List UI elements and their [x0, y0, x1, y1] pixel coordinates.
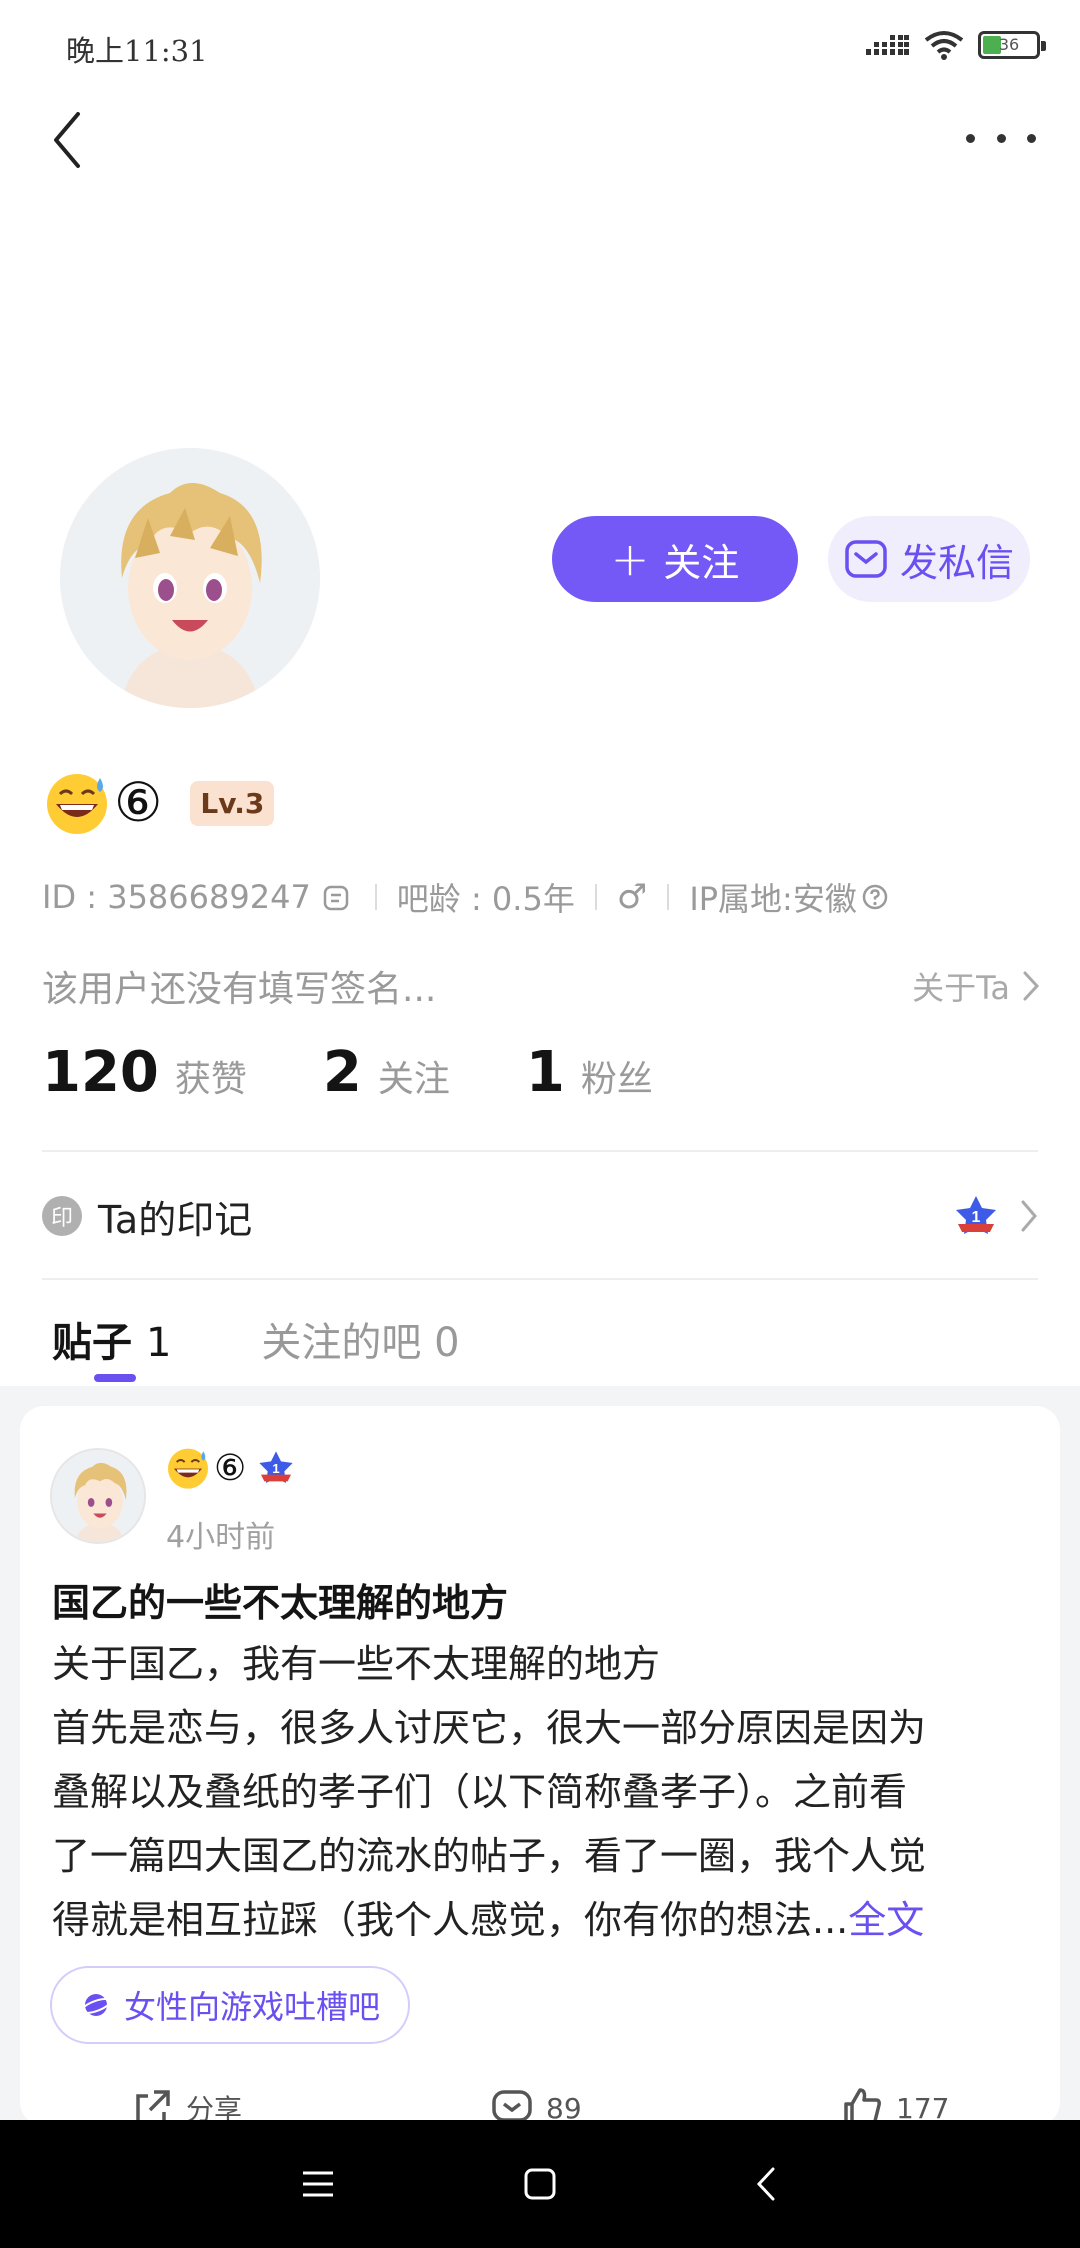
seal-label: Ta的印记 — [98, 1197, 253, 1242]
bar-age: 吧龄 : 0.5年 — [396, 880, 575, 918]
signal-icon — [866, 35, 909, 55]
bar-tag[interactable]: 女性向游戏吐槽吧 — [50, 1966, 411, 2044]
stats-row: 120 获赞 2 关注 1 粉丝 — [42, 1040, 729, 1105]
seal-badge-icon: 1 — [956, 1196, 996, 1234]
user-id: ID : 3586689247 — [42, 878, 311, 916]
post-author-suffix: ⑥ — [214, 1447, 247, 1489]
meta-separator — [374, 884, 377, 910]
wifi-icon — [924, 31, 964, 60]
seal-icon: 印 — [42, 1196, 82, 1236]
following-label: 关注 — [377, 1059, 450, 1100]
follow-button[interactable]: + 关注 — [552, 516, 798, 602]
about-link[interactable]: 关于Ta — [912, 963, 1040, 1009]
username-row: ⑥ Lv.3 — [44, 770, 275, 836]
post-line: 叠解以及叠纸的孝子们（以下简称叠孝子）。之前看 — [52, 1770, 908, 1814]
full-text-link[interactable]: 全文 — [848, 1898, 924, 1942]
help-icon[interactable] — [861, 883, 889, 911]
avatar[interactable] — [60, 448, 320, 708]
back-button[interactable] — [52, 100, 112, 180]
following-count[interactable]: 2 — [323, 1040, 362, 1105]
tab-posts-label: 贴子 — [52, 1320, 132, 1366]
chevron-right-icon — [1023, 971, 1040, 1001]
anime-avatar-image — [60, 448, 320, 708]
follow-label: 关注 — [663, 540, 740, 585]
post-author-row: ⑥ 1 — [166, 1446, 296, 1490]
anime-avatar-image — [52, 1450, 144, 1542]
post-line: 关于国乙，我有一些不太理解的地方 — [52, 1642, 661, 1686]
signature-row: 该用户还没有填写签名... 关于Ta — [42, 960, 1040, 1012]
seal-row[interactable]: 印 Ta的印记 1 — [42, 1180, 1038, 1252]
post-line: 了一篇四大国乙的流水的帖子，看了一圈，我个人觉 — [52, 1834, 927, 1878]
male-icon: ♂ — [616, 877, 648, 917]
meta-separator — [667, 884, 670, 910]
status-bar: 晚上11:31 36 — [0, 0, 1080, 92]
post-line: 得就是相互拉踩（我个人感觉，你有你的想法... — [52, 1898, 849, 1942]
chevron-right-icon — [1021, 1200, 1037, 1232]
bar-tag-label: 女性向游戏吐槽吧 — [124, 1988, 381, 2026]
plus-icon: + — [610, 532, 650, 586]
post-title[interactable]: 国乙的一些不太理解的地方 — [52, 1572, 508, 1627]
more-dot — [996, 133, 1006, 143]
divider — [42, 1278, 1038, 1280]
post-line-last: 得就是相互拉踩（我个人感觉，你有你的想法...全文 — [52, 1888, 1042, 1952]
mail-icon — [845, 540, 887, 578]
tab-posts-count: 1 — [145, 1320, 172, 1366]
ip-location: IP属地:安徽 — [689, 880, 857, 918]
about-label: 关于Ta — [912, 969, 1010, 1007]
post-body[interactable]: 关于国乙，我有一些不太理解的地方 首先是恋与，很多人讨厌它，很大一部分原因是因为… — [52, 1632, 1042, 1952]
back-nav-icon — [756, 2167, 775, 2201]
message-label: 发私信 — [899, 540, 1014, 585]
divider — [42, 1150, 1038, 1152]
likes-count[interactable]: 120 — [42, 1040, 159, 1105]
tab-bars-count: 0 — [434, 1320, 460, 1366]
svg-text:1: 1 — [273, 1461, 281, 1476]
menu-icon — [303, 2171, 333, 2197]
seal-badge-icon: 1 — [259, 1451, 293, 1483]
menu-button[interactable] — [294, 2160, 342, 2208]
level-badge: Lv.3 — [190, 780, 275, 826]
planet-icon — [80, 1994, 112, 2016]
copy-icon[interactable] — [319, 879, 355, 915]
meta-separator — [594, 884, 597, 910]
signature-text: 该用户还没有填写签名... — [42, 969, 437, 1010]
sweat-smile-emoji-icon — [168, 1448, 208, 1489]
battery-icon: 36 — [978, 31, 1046, 59]
home-button[interactable] — [516, 2160, 564, 2208]
battery-level: 36 — [998, 35, 1020, 54]
post-line: 首先是恋与，很多人讨厌它，很大一部分原因是因为 — [52, 1706, 927, 1750]
seal-left: 印 Ta的印记 — [42, 1189, 252, 1244]
username-suffix: ⑥ — [114, 771, 163, 834]
more-dots-icon — [966, 133, 975, 143]
status-time: 晚上11:31 — [66, 34, 208, 68]
more-button[interactable] — [966, 118, 1036, 158]
tab-bars-label: 关注的吧 — [261, 1320, 422, 1366]
post-card[interactable]: ⑥ 1 4小时前 国乙的一些不太理解的地方 关于国乙，我有一些不太理解的地方 首… — [20, 1406, 1060, 2126]
profile-page: 晚上11:31 36 + 关注 发私信 ⑥ Lv.3 ID: 35866892… — [0, 0, 1080, 2248]
tab-followed-bars[interactable]: 关注的吧 0 — [261, 1310, 459, 1368]
home-square-icon — [524, 2168, 556, 2200]
meta-row: ID : 3586689247 吧龄 : 0.5年 ♂ IP属地:安徽 — [42, 874, 889, 920]
fans-count[interactable]: 1 — [526, 1040, 565, 1105]
svg-text:1: 1 — [972, 1209, 981, 1226]
status-icons: 36 — [866, 30, 1046, 60]
tab-posts[interactable]: 贴子 1 — [52, 1310, 171, 1368]
message-button[interactable]: 发私信 — [828, 516, 1030, 602]
post-avatar[interactable] — [50, 1448, 146, 1544]
system-back-button[interactable] — [742, 2160, 790, 2208]
back-chevron-icon — [54, 112, 80, 168]
likes-label: 获赞 — [174, 1059, 247, 1100]
seal-right: 1 — [952, 1194, 1038, 1238]
active-tab-indicator — [94, 1374, 136, 1382]
fans-label: 粉丝 — [580, 1059, 653, 1100]
more-dot — [1027, 133, 1036, 143]
system-nav-bar — [0, 2120, 1080, 2248]
post-time: 4小时前 — [166, 1520, 276, 1555]
tab-bar: 贴子 1 关注的吧 0 — [52, 1310, 460, 1382]
sweat-smile-emoji-icon — [47, 774, 107, 834]
